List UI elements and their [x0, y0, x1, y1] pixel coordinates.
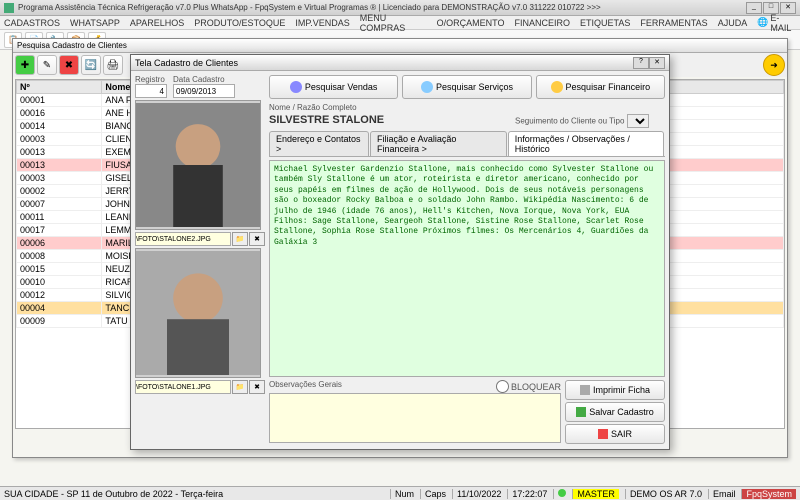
photo-2 — [135, 248, 261, 378]
salvar-button[interactable]: Salvar Cadastro — [565, 402, 665, 422]
status-email[interactable]: Email — [708, 489, 736, 499]
menu-etiquetas[interactable]: ETIQUETAS — [580, 18, 630, 28]
status-location: SUA CIDADE - SP 11 de Outubro de 2022 - … — [4, 489, 223, 499]
nome-value: SILVESTRE STALONE — [269, 112, 511, 128]
app-icon — [4, 3, 14, 13]
add-button[interactable]: ✚ — [15, 55, 35, 75]
go-button[interactable]: ➜ — [763, 54, 785, 76]
photo2-clear[interactable]: ✖ — [249, 380, 265, 394]
obs-textarea[interactable] — [269, 393, 561, 443]
data-input[interactable] — [173, 84, 235, 98]
tab-filiacao[interactable]: Filiação e Avaliação Financeira > — [370, 131, 507, 156]
menu-financeiro[interactable]: FINANCEIRO — [514, 18, 570, 28]
check-icon — [576, 407, 586, 417]
menu-aparelhos[interactable]: APARELHOS — [130, 18, 184, 28]
sair-button[interactable]: SAIR — [565, 424, 665, 444]
status-master: MASTER — [572, 489, 619, 499]
money-icon — [551, 81, 563, 93]
statusbar: SUA CIDADE - SP 11 de Outubro de 2022 - … — [0, 486, 800, 500]
pesquisar-financeiro-button[interactable]: Pesquisar Financeiro — [536, 75, 665, 99]
tabs: Endereço e Contatos > Filiação e Avaliaç… — [269, 131, 665, 157]
obs-label: Observações Gerais — [269, 380, 342, 393]
photo-1 — [135, 100, 261, 230]
registro-label: Registro — [135, 75, 167, 84]
search-icon — [421, 81, 433, 93]
status-fpq[interactable]: FpqSystem — [741, 489, 796, 499]
menubar: CADASTROS WHATSAPP APARELHOS PRODUTO/EST… — [0, 16, 800, 30]
status-demo: DEMO OS AR 7.0 — [625, 489, 702, 499]
photo2-path[interactable] — [135, 380, 231, 394]
nome-label: Nome / Razão Completo — [269, 103, 357, 112]
data-label: Data Cadastro — [173, 75, 235, 84]
status-dot-icon — [558, 489, 566, 497]
menu-whatsapp[interactable]: WHATSAPP — [70, 18, 120, 28]
status-num: Num — [390, 489, 414, 499]
photo1-clear[interactable]: ✖ — [249, 232, 265, 246]
print-button[interactable]: 🖨 — [103, 55, 123, 75]
bloquear-checkbox[interactable]: BLOQUEAR — [496, 380, 561, 393]
delete-button[interactable]: ✖ — [59, 55, 79, 75]
status-time: 17:22:07 — [507, 489, 547, 499]
pesquisar-vendas-button[interactable]: Pesquisar Vendas — [269, 75, 398, 99]
tab-informacoes[interactable]: Informações / Observações / Histórico — [508, 131, 664, 156]
dialog-titlebar: Tela Cadastro de Clientes ? ✕ — [131, 55, 669, 71]
edit-button[interactable]: ✎ — [37, 55, 57, 75]
status-caps: Caps — [420, 489, 446, 499]
menu-email[interactable]: 🌐 E-MAIL — [757, 13, 796, 33]
app-title: Programa Assistência Técnica Refrigeraçã… — [18, 3, 746, 12]
photo1-browse[interactable]: 📁 — [232, 232, 248, 246]
photo1-path[interactable] — [135, 232, 231, 246]
photo2-browse[interactable]: 📁 — [232, 380, 248, 394]
search-icon — [290, 81, 302, 93]
menu-orcamento[interactable]: O/ORÇAMENTO — [437, 18, 505, 28]
menu-produto[interactable]: PRODUTO/ESTOQUE — [194, 18, 285, 28]
print-icon — [580, 385, 590, 395]
menu-cadastros[interactable]: CADASTROS — [4, 18, 60, 28]
status-date: 11/10/2022 — [452, 489, 501, 499]
menu-ferramentas[interactable]: FERRAMENTAS — [640, 18, 707, 28]
segmento-select[interactable] — [627, 114, 649, 128]
menu-compras[interactable]: MENU COMPRAS — [360, 13, 427, 33]
registro-input[interactable] — [135, 84, 167, 98]
dialog-help-button[interactable]: ? — [633, 57, 649, 69]
client-dialog: Tela Cadastro de Clientes ? ✕ Registro D… — [130, 54, 670, 450]
menu-ajuda[interactable]: AJUDA — [718, 18, 748, 28]
menu-vendas[interactable]: IMP.VENDAS — [295, 18, 349, 28]
exit-icon — [598, 429, 608, 439]
tab-endereco[interactable]: Endereço e Contatos > — [269, 131, 369, 156]
segmento-label: Seguimento do Cliente ou Tipo — [515, 117, 624, 126]
imprimir-button[interactable]: Imprimir Ficha — [565, 380, 665, 400]
col-num[interactable]: Nº — [17, 81, 102, 94]
dialog-close-button[interactable]: ✕ — [649, 57, 665, 69]
pesquisar-servicos-button[interactable]: Pesquisar Serviços — [402, 75, 531, 99]
refresh-button[interactable]: 🔄 — [81, 55, 101, 75]
search-window-title: Pesquisa Cadastro de Clientes — [13, 39, 787, 53]
dialog-title-text: Tela Cadastro de Clientes — [135, 58, 633, 68]
info-textarea[interactable]: Michael Sylvester Gardenzio Stallone, ma… — [269, 160, 665, 377]
